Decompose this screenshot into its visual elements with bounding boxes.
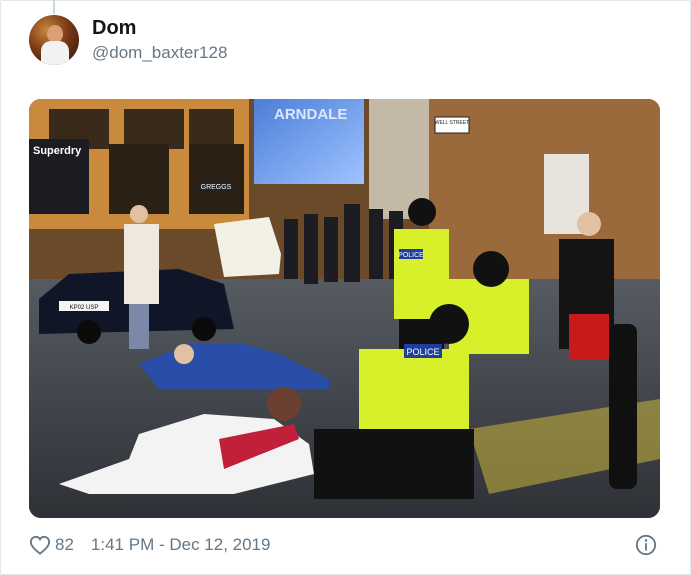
tweet-timestamp[interactable]: 1:41 PM - Dec 12, 2019	[91, 535, 271, 555]
police-vest-text-1: POLICE	[398, 252, 424, 259]
like-count: 82	[55, 535, 74, 554]
avatar[interactable]	[29, 15, 79, 65]
info-circle-icon[interactable]	[635, 534, 657, 556]
user-handle[interactable]: @dom_baxter128	[92, 43, 227, 63]
tweet-photo[interactable]: WELL STREET Superdry ARNDALE GREGGS KP02…	[29, 99, 660, 518]
photo-illustration: WELL STREET Superdry ARNDALE GREGGS KP02…	[29, 99, 660, 518]
shop-sign-greggs: GREGGS	[201, 184, 232, 191]
number-plate: KP02 USP	[70, 305, 99, 311]
shop-sign-superdry: Superdry	[33, 145, 82, 157]
thread-connector-line	[53, 0, 55, 14]
avatar-body	[41, 41, 69, 65]
display-name[interactable]: Dom	[92, 17, 136, 40]
police-vest-text-2: POLICE	[406, 347, 439, 357]
street-sign-text: WELL STREET	[435, 120, 470, 126]
heart-outline-icon	[29, 535, 51, 555]
like-button[interactable]: 82	[29, 535, 74, 555]
shop-sign-arndale: ARNDALE	[274, 106, 347, 123]
tweet-footer: 82 1:41 PM - Dec 12, 2019	[29, 533, 270, 557]
